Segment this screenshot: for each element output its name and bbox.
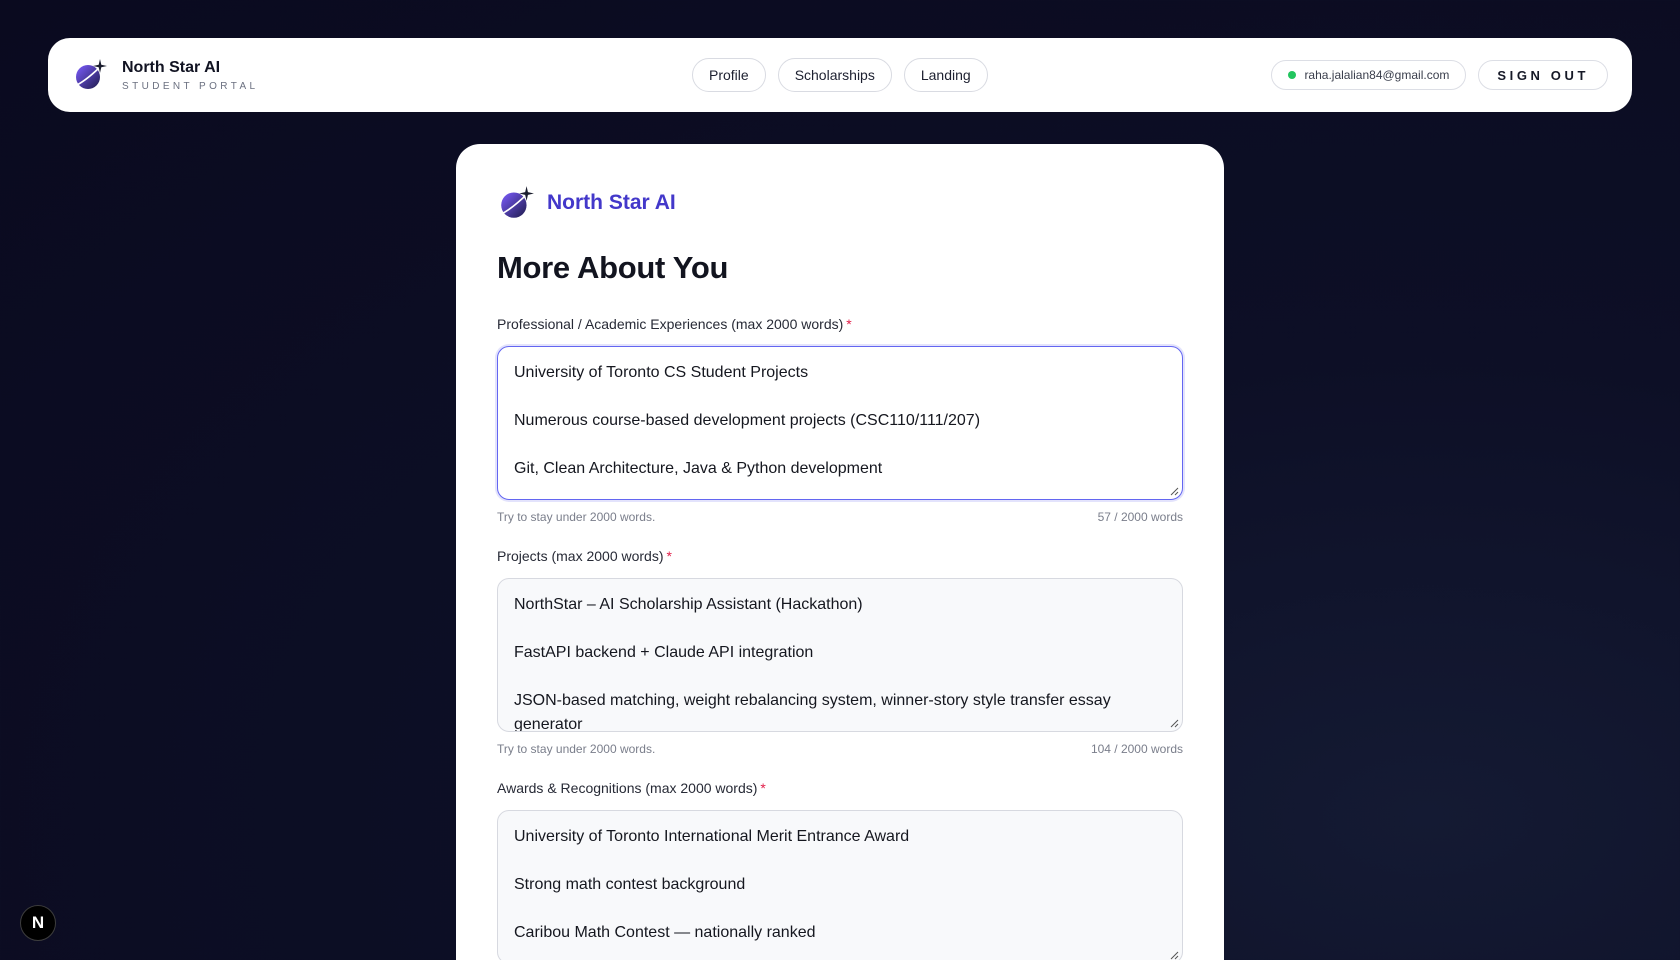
north-star-logo-icon bbox=[501, 186, 534, 218]
online-status-icon bbox=[1288, 71, 1297, 79]
required-mark: * bbox=[846, 316, 852, 332]
north-star-logo-icon bbox=[76, 59, 107, 89]
experiences-label: Professional / Academic Experiences (max… bbox=[497, 316, 852, 332]
textarea-line: NorthStar – AI Scholarship Assistant (Ha… bbox=[514, 596, 863, 613]
textarea-line: FastAPI backend + Claude API integration bbox=[514, 644, 814, 661]
card-brand: North Star AI bbox=[497, 184, 1183, 222]
experiences-word-count: 57 / 2000 words bbox=[1097, 510, 1183, 524]
main-nav: Profile Scholarships Landing bbox=[692, 58, 988, 92]
textarea-line: University of Toronto International Meri… bbox=[514, 828, 910, 845]
nav-scholarships[interactable]: Scholarships bbox=[777, 58, 892, 92]
page-title: More About You bbox=[497, 250, 729, 285]
textarea-line: Caribou Math Contest — nationally ranked bbox=[514, 924, 816, 941]
resize-handle-icon[interactable] bbox=[1169, 486, 1179, 496]
textarea-line: JSON-based matching, weight rebalancing … bbox=[514, 692, 1111, 732]
about-you-card: North Star AI More About You Professiona… bbox=[456, 144, 1224, 960]
resize-handle-icon[interactable] bbox=[1169, 718, 1179, 728]
projects-hint: Try to stay under 2000 words. bbox=[497, 742, 656, 756]
projects-label: Projects (max 2000 words) * bbox=[497, 548, 672, 564]
user-email-chip[interactable]: raha.jalalian84@gmail.com bbox=[1271, 60, 1467, 90]
projects-textarea[interactable]: NorthStar – AI Scholarship Assistant (Ha… bbox=[497, 578, 1183, 732]
nav-landing[interactable]: Landing bbox=[903, 58, 988, 92]
card-brand-name: North Star AI bbox=[547, 191, 676, 214]
textarea-line: Numerous course-based development projec… bbox=[514, 412, 981, 429]
sign-out-button[interactable]: SIGN OUT bbox=[1478, 60, 1608, 90]
textarea-line: Strong math contest background bbox=[514, 876, 746, 893]
nextjs-devtools-badge[interactable]: N bbox=[20, 905, 56, 941]
required-mark: * bbox=[666, 548, 672, 564]
account-area: raha.jalalian84@gmail.com SIGN OUT bbox=[1271, 60, 1608, 90]
awards-textarea[interactable]: University of Toronto International Meri… bbox=[497, 810, 1183, 960]
nav-profile[interactable]: Profile bbox=[692, 58, 766, 92]
projects-field: Projects (max 2000 words) * NorthStar – A… bbox=[497, 548, 1183, 756]
brand-subtitle: STUDENT PORTAL bbox=[122, 81, 259, 92]
projects-footer: Try to stay under 2000 words. 104 / 2000… bbox=[497, 742, 1183, 756]
resize-handle-icon[interactable] bbox=[1169, 950, 1179, 960]
awards-label: Awards & Recognitions (max 2000 words) * bbox=[497, 780, 766, 796]
textarea-line: Git, Clean Architecture, Java & Python d… bbox=[514, 460, 883, 477]
experiences-hint: Try to stay under 2000 words. bbox=[497, 510, 656, 524]
brand[interactable]: North Star AI STUDENT PORTAL bbox=[72, 57, 552, 93]
required-mark: * bbox=[760, 780, 766, 796]
experiences-field: Professional / Academic Experiences (max… bbox=[497, 316, 1183, 524]
brand-name: North Star AI bbox=[122, 59, 221, 76]
experiences-textarea[interactable]: University of Toronto CS Student Project… bbox=[497, 346, 1183, 500]
textarea-line: University of Toronto CS Student Project… bbox=[514, 364, 809, 381]
projects-word-count: 104 / 2000 words bbox=[1090, 742, 1183, 756]
top-navbar: North Star AI STUDENT PORTAL Profile Sch… bbox=[48, 38, 1632, 112]
experiences-footer: Try to stay under 2000 words. 57 / 2000 … bbox=[497, 510, 1183, 524]
awards-field: Awards & Recognitions (max 2000 words) * … bbox=[497, 780, 1183, 960]
user-email: raha.jalalian84@gmail.com bbox=[1304, 68, 1450, 82]
